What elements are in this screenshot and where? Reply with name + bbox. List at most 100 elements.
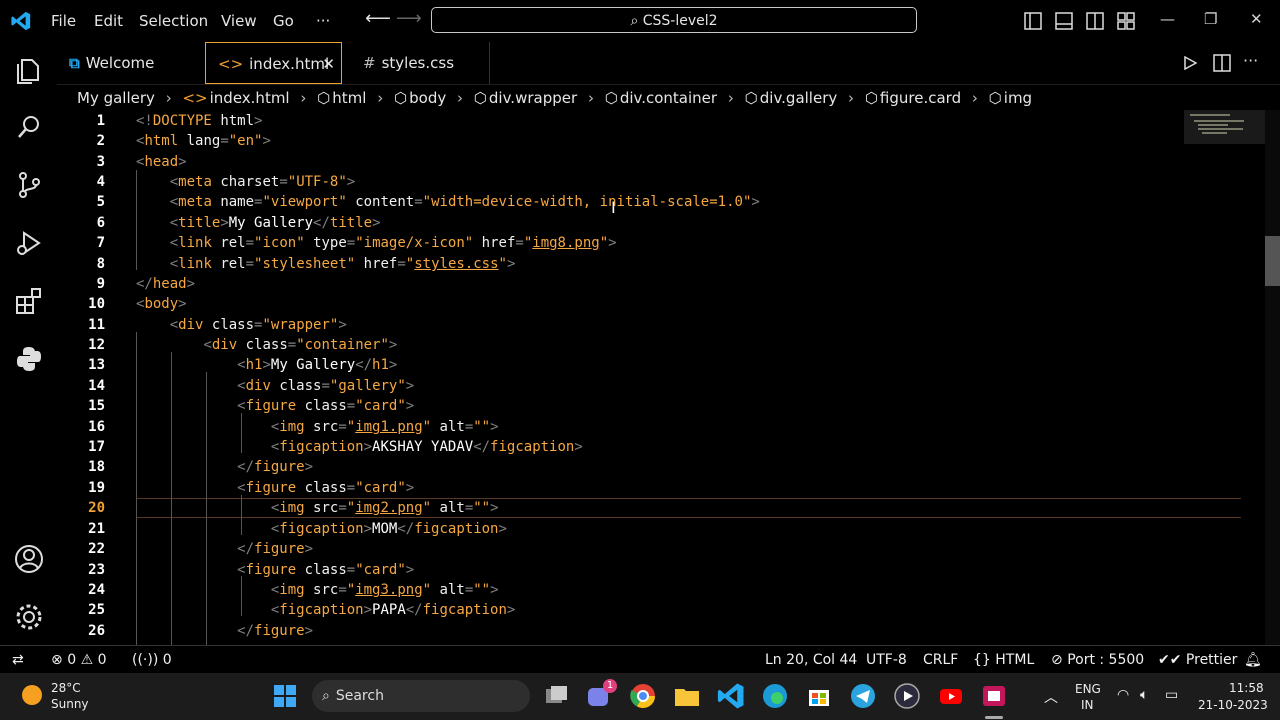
command-center-search[interactable]: ⌕ CSS-level2 — [431, 7, 917, 33]
vertical-scrollbar[interactable] — [1265, 110, 1280, 645]
menu-go[interactable]: Go — [273, 0, 294, 42]
end-of-line[interactable]: CRLF — [923, 646, 958, 674]
python-icon[interactable] — [14, 344, 44, 374]
tab-welcome[interactable]: ⧉ Welcome — [69, 42, 203, 84]
notifications-bell-icon[interactable]: 🔔︎ — [1244, 646, 1262, 674]
toggle-panel-icon[interactable] — [1055, 12, 1073, 30]
breadcrumb-wrapper[interactable]: div.wrapper — [489, 89, 577, 107]
battery-icon[interactable]: ▭ — [1165, 687, 1178, 703]
chevron-right-icon: › — [848, 89, 855, 107]
menu-file[interactable]: File — [51, 0, 76, 42]
run-play-icon[interactable] — [1183, 56, 1197, 70]
editor-tabs: ⧉ Welcome <> index.html ✕ # styles.css ··· — [57, 42, 1280, 85]
problems-indicator[interactable]: ⊗ 0 ⚠ 0 — [51, 646, 107, 674]
file-encoding[interactable]: UTF-8 — [866, 646, 907, 674]
weather-condition[interactable]: Sunny — [51, 697, 89, 711]
live-server-port[interactable]: ⊘ Port : 5500 — [1051, 646, 1144, 674]
chevron-right-icon: › — [971, 89, 978, 107]
tab-styles-css[interactable]: # styles.css — [363, 42, 483, 84]
element-icon: ⬡ — [864, 89, 878, 107]
back-arrow-icon[interactable]: ⟵ — [365, 8, 391, 29]
media-player-icon[interactable] — [892, 681, 922, 711]
breadcrumb-html[interactable]: html — [332, 89, 366, 107]
clock-date[interactable]: 21-10-2023 — [1198, 698, 1268, 712]
language-mode[interactable]: {} HTML — [973, 646, 1034, 674]
edge-icon[interactable] — [760, 681, 790, 711]
task-view-icon[interactable] — [541, 681, 571, 711]
double-check-icon: ✔✔ — [1158, 652, 1182, 668]
explorer-icon[interactable] — [14, 56, 44, 86]
volume-icon[interactable]: 🔈︎ — [1140, 687, 1148, 703]
minimize-icon[interactable]: — — [1160, 10, 1175, 28]
remote-icon[interactable]: ⇄ — [12, 646, 24, 674]
telegram-icon[interactable] — [848, 681, 878, 711]
notification-badge: 1 — [603, 679, 617, 693]
element-icon: ⬡ — [604, 89, 618, 107]
source-control-icon[interactable] — [14, 170, 44, 200]
element-icon: ⬡ — [394, 89, 408, 107]
breadcrumb-body[interactable]: body — [409, 89, 446, 107]
vscode-icon: ⧉ — [69, 54, 80, 72]
toggle-secondary-sidebar-icon[interactable] — [1086, 12, 1104, 30]
menu-edit[interactable]: Edit — [94, 0, 123, 42]
search-sidebar-icon[interactable] — [14, 112, 44, 142]
search-icon: ⌕ — [322, 688, 330, 704]
breadcrumb-folder[interactable]: My gallery — [77, 89, 155, 107]
input-language[interactable]: ENG — [1075, 682, 1101, 696]
active-app-indicator — [985, 716, 1003, 719]
chevron-up-icon[interactable]: ︿ — [1044, 687, 1058, 707]
menu-more[interactable]: ··· — [316, 0, 330, 42]
manage-gear-icon[interactable] — [14, 602, 44, 632]
breadcrumb-img[interactable]: img — [1004, 89, 1032, 107]
error-icon: ⊗ — [51, 652, 63, 668]
html-icon: <> — [182, 89, 208, 107]
code-editor[interactable]: 1 <!DOCTYPE html> 2 <html lang="en"> 3 <hea… — [57, 110, 1265, 645]
clock-time[interactable]: 11:58 — [1229, 681, 1264, 695]
weather-temp[interactable]: 28°C — [51, 681, 81, 695]
cursor-position[interactable]: Ln 20, Col 44 — [765, 646, 857, 674]
status-bar: ⇄ ⊗ 0 ⚠ 0 ((·)) 0 Ln 20, Col 44 UTF-8 CR… — [0, 645, 1280, 674]
close-tab-icon[interactable]: ✕ — [322, 43, 335, 85]
tab-index-html[interactable]: <> index.html ✕ — [205, 42, 342, 84]
extensions-icon[interactable] — [14, 286, 44, 316]
windows-taskbar: 28°C Sunny ⌕ Search 1 ︿ ENG IN ◠ 🔈︎ ▭ 11:… — [0, 673, 1280, 720]
taskbar-search[interactable]: ⌕ Search — [312, 680, 530, 712]
breadcrumb-gallery[interactable]: div.gallery — [760, 89, 838, 107]
microsoft-store-icon[interactable] — [804, 681, 834, 711]
minimap[interactable] — [1184, 110, 1266, 144]
breadcrumb: My gallery › <> index.html › ⬡ html › ⬡ bod… — [77, 86, 1038, 110]
run-debug-icon[interactable] — [14, 228, 44, 258]
html-icon: <> — [218, 55, 244, 73]
menu-selection[interactable]: Selection — [139, 0, 208, 42]
input-region[interactable]: IN — [1081, 698, 1094, 712]
breadcrumb-container[interactable]: div.container — [620, 89, 717, 107]
split-editor-icon[interactable] — [1213, 54, 1231, 72]
ports-indicator[interactable]: ((·)) 0 — [132, 646, 172, 674]
breadcrumb-file[interactable]: index.html — [210, 89, 290, 107]
close-window-icon[interactable]: ✕ — [1250, 10, 1263, 28]
css-hash-icon: # — [363, 54, 376, 72]
forward-arrow-icon[interactable]: ⟶ — [396, 8, 422, 29]
windows-start-icon[interactable] — [270, 681, 300, 711]
braces-icon: {} — [973, 652, 991, 668]
restore-icon[interactable]: ❐ — [1204, 10, 1217, 28]
scrollbar-thumb[interactable] — [1265, 236, 1280, 286]
broadcast-icon: ((·)) — [132, 652, 159, 668]
breadcrumb-figure-card[interactable]: figure.card — [880, 89, 961, 107]
customize-layout-icon[interactable] — [1117, 12, 1135, 30]
chrome-icon[interactable] — [628, 681, 658, 711]
element-icon: ⬡ — [473, 89, 487, 107]
vscode-taskbar-icon[interactable] — [716, 681, 746, 711]
accounts-icon[interactable] — [14, 544, 44, 574]
wifi-icon[interactable]: ◠ — [1117, 687, 1129, 703]
file-explorer-icon[interactable] — [672, 681, 702, 711]
element-icon: ⬡ — [317, 89, 331, 107]
prettier-status[interactable]: ✔✔ Prettier — [1158, 646, 1237, 674]
element-icon: ⬡ — [744, 89, 758, 107]
chevron-right-icon: › — [587, 89, 594, 107]
screen-recorder-icon[interactable] — [979, 681, 1009, 711]
more-actions-icon[interactable]: ··· — [1243, 51, 1258, 70]
toggle-primary-sidebar-icon[interactable] — [1024, 12, 1042, 30]
youtube-icon[interactable] — [936, 681, 966, 711]
menu-view[interactable]: View — [221, 0, 257, 42]
